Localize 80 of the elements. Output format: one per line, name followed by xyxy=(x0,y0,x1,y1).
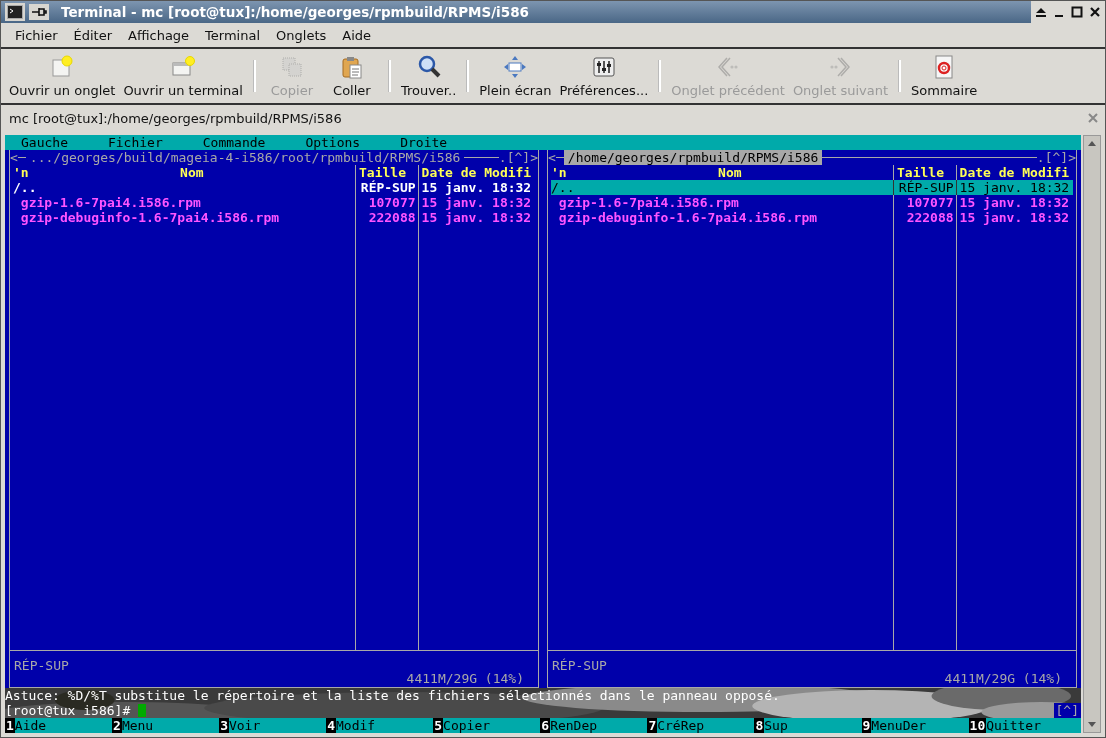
status-text: RÉP-SUP xyxy=(14,657,69,673)
file-date: 15 janv. 18:32 xyxy=(955,195,1073,210)
panel-path: .../georges/build/mageia-4-i586/root/rpmbuild/RPMS/i586 xyxy=(28,150,462,165)
toolbar-button[interactable]: Préférences... xyxy=(555,54,653,98)
column-header: Taille xyxy=(355,165,418,180)
function-key[interactable]: 5 Copier xyxy=(433,718,541,733)
function-key[interactable]: 8Sup xyxy=(754,718,862,733)
file-row[interactable]: gzip-debuginfo-1.6-7pai4.i586.rpm 222088 15 janv. 18:32 xyxy=(13,210,535,225)
panel-marker[interactable]: < xyxy=(548,150,556,165)
function-key[interactable]: 1Aide xyxy=(5,718,113,733)
panel-marker[interactable]: < xyxy=(10,150,18,165)
menu-item[interactable]: Aide xyxy=(334,27,380,43)
function-key[interactable]: 2Menu xyxy=(112,718,220,733)
column-header: 'n xyxy=(13,165,29,180)
function-key[interactable]: 10Quitter xyxy=(968,718,1081,733)
panel-marker[interactable]: .[^]> xyxy=(1036,150,1076,165)
history-button[interactable]: [^] xyxy=(1053,703,1081,718)
panel-marker[interactable]: .[^]> xyxy=(498,150,538,165)
file-size: 222088 xyxy=(893,210,956,225)
close-icon[interactable] xyxy=(1089,6,1101,18)
file-name: gzip-1.6-7pai4.i586.rpm xyxy=(557,195,740,210)
toolbar-button[interactable]: Ouvrir un onglet xyxy=(5,54,120,98)
menu-item[interactable]: Fichier xyxy=(107,135,163,150)
toolbar-button[interactable]: Ouvrir un terminal xyxy=(119,54,247,98)
menu-item[interactable]: Gauche xyxy=(21,135,68,150)
function-key[interactable]: 6RenDep xyxy=(540,718,648,733)
file-name: gzip-debuginfo-1.6-7pai4.i586.rpm xyxy=(557,210,819,225)
window-title: Terminal - mc [root@tux]:/home/georges/rpmbuild/RPMS/i586 xyxy=(61,4,530,20)
file-size: 107077 xyxy=(893,195,956,210)
column-header: Nom xyxy=(717,165,743,180)
menu-item[interactable]: Commande xyxy=(202,135,266,150)
file-size: RÉP-SUP xyxy=(355,180,418,195)
function-key[interactable]: 7CréRep xyxy=(647,718,755,733)
file-row[interactable]: gzip-1.6-7pai4.i586.rpm 107077 15 janv. 18:32 xyxy=(551,195,1073,210)
file-name: /.. xyxy=(551,180,576,195)
function-key[interactable]: 9MenuDer xyxy=(861,718,969,733)
function-key[interactable]: 3Voir xyxy=(219,718,327,733)
column-header: Nom xyxy=(179,165,205,180)
file-row[interactable]: /.. RÉP-SUP 15 janv. 18:32 xyxy=(551,180,1073,195)
file-size: RÉP-SUP xyxy=(893,180,956,195)
menu-item[interactable]: Éditer xyxy=(65,27,121,43)
column-header: 'n xyxy=(551,165,567,180)
file-date: 15 janv. 18:32 xyxy=(417,195,535,210)
toolbar-button[interactable]: Trouver.. xyxy=(396,54,461,98)
file-size: 222088 xyxy=(355,210,418,225)
hint-text: Astuce: %D/%T substitue le répertoire et la liste des fichiers sélectionnés dans le panneau opposé. xyxy=(5,688,781,703)
panel-path: /home/georges/rpmbuild/RPMS/i586 xyxy=(563,150,823,165)
file-date: 15 janv. 18:32 xyxy=(417,210,535,225)
function-key[interactable]: 4Modif xyxy=(326,718,434,733)
file-date: 15 janv. 18:32 xyxy=(955,210,1073,225)
file-date: 15 janv. 18:32 xyxy=(955,180,1073,195)
menu-item[interactable]: Fichier xyxy=(7,27,66,43)
terminal-icon xyxy=(5,3,25,21)
shade-icon[interactable] xyxy=(1035,6,1047,18)
file-size: 107077 xyxy=(355,195,418,210)
file-row[interactable]: gzip-debuginfo-1.6-7pai4.i586.rpm 222088 15 janv. 18:32 xyxy=(551,210,1073,225)
menu-item[interactable]: Terminal xyxy=(197,27,269,43)
maximize-icon[interactable] xyxy=(1071,6,1083,18)
toolbar-button[interactable]: Plein écran xyxy=(475,54,556,98)
tab[interactable]: mc [root@tux]:/home/georges/rpmbuild/RPMS/i586 xyxy=(9,110,342,126)
toolbar-button[interactable]: Coller xyxy=(321,54,382,98)
toolbar-button[interactable]: Sommaire xyxy=(907,54,982,98)
file-name: gzip-1.6-7pai4.i586.rpm xyxy=(19,195,202,210)
file-name: /.. xyxy=(13,180,38,195)
shell-prompt: [root@tux i586]# xyxy=(5,703,131,718)
menu-item[interactable]: Options xyxy=(305,135,361,150)
scrollbar[interactable] xyxy=(1083,135,1101,733)
menu-item[interactable]: Affichage xyxy=(120,27,198,43)
file-date: 15 janv. 18:32 xyxy=(417,180,535,195)
preferences-icon xyxy=(590,54,617,80)
file-row[interactable]: /.. RÉP-SUP 15 janv. 18:32 xyxy=(13,180,535,195)
menu-item[interactable]: Onglets xyxy=(268,27,335,43)
pin-icon[interactable] xyxy=(29,4,49,20)
status-text: RÉP-SUP xyxy=(552,657,607,673)
file-name: gzip-debuginfo-1.6-7pai4.i586.rpm xyxy=(19,210,281,225)
column-header: Date de Modifi xyxy=(417,165,535,180)
text-cursor xyxy=(138,704,147,717)
menu-item[interactable]: Droite xyxy=(400,135,448,150)
file-row[interactable]: gzip-1.6-7pai4.i586.rpm 107077 15 janv. 18:32 xyxy=(13,195,535,210)
new-tab-icon xyxy=(49,54,76,80)
